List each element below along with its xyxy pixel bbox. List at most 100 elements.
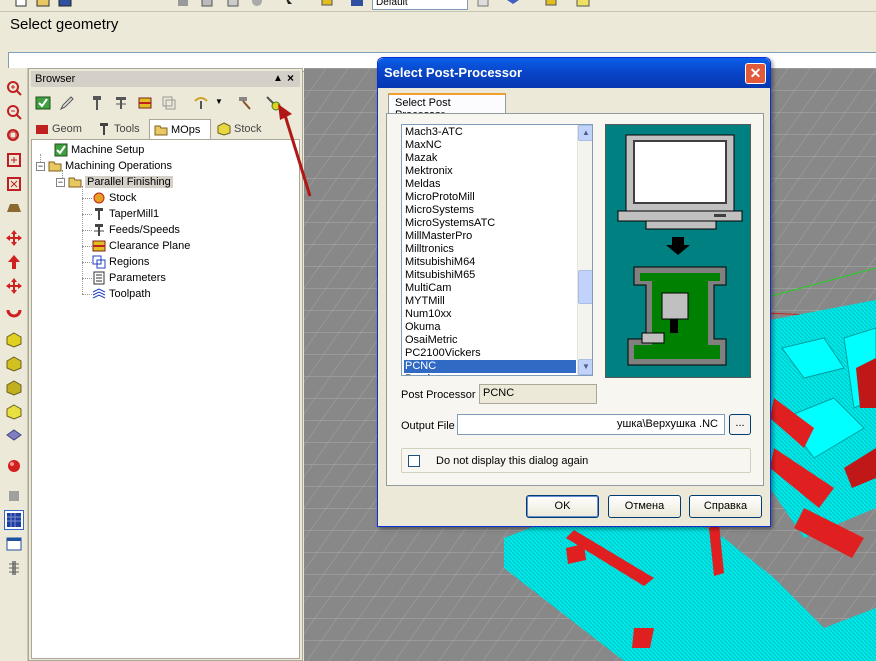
move-icon[interactable] <box>6 278 22 294</box>
select-arrow-icon[interactable] <box>282 0 296 10</box>
list-item[interactable]: PC2100Vickers <box>404 347 576 360</box>
list-item[interactable]: Okuma <box>404 321 576 334</box>
list-item[interactable]: Mach3-ATC <box>404 126 576 139</box>
tool-icon[interactable] <box>89 95 105 111</box>
tree-machining-operations[interactable]: − Machining Operations <box>36 158 172 174</box>
tab-tools[interactable]: Tools <box>93 119 147 139</box>
tree-toolpath[interactable]: Toolpath <box>92 286 151 302</box>
list-item[interactable]: Mektronix <box>404 165 576 178</box>
tab-stock[interactable]: Stock <box>213 119 273 139</box>
dropdown-arrow-icon[interactable]: ▼ <box>215 97 223 106</box>
copy-mop-icon[interactable] <box>161 95 177 111</box>
tree-label: Toolpath <box>109 288 151 300</box>
zoom-in-icon[interactable] <box>6 80 22 96</box>
zoom-window-icon[interactable] <box>6 128 22 144</box>
box-icon[interactable] <box>6 488 22 504</box>
copy-icon[interactable] <box>200 0 214 10</box>
tab-mops[interactable]: MOps <box>149 119 211 139</box>
list-item[interactable]: Procix <box>404 373 576 375</box>
render-sphere-icon[interactable] <box>6 458 22 474</box>
list-item[interactable]: MitsubishiM65 <box>404 269 576 282</box>
output-file-input[interactable]: ушка\Верхушка .NC <box>457 414 725 435</box>
list-item[interactable]: MicroProtoMill <box>404 191 576 204</box>
cancel-button[interactable]: Отмена <box>608 495 681 518</box>
view-shaded-icon[interactable] <box>544 0 558 10</box>
list-item[interactable]: MillMasterPro <box>404 230 576 243</box>
dialog-titlebar[interactable]: Select Post-Processor ✕ <box>378 58 770 88</box>
scroll-down-icon[interactable]: ▼ <box>578 359 592 375</box>
clearance-icon[interactable] <box>137 95 153 111</box>
tree-regions[interactable]: Regions <box>92 254 149 270</box>
list-item[interactable]: MultiCam <box>404 282 576 295</box>
tree-label: Parameters <box>109 272 166 284</box>
window-icon[interactable] <box>6 536 22 552</box>
create-mop-icon[interactable] <box>35 95 51 111</box>
hammer-icon[interactable] <box>237 95 253 111</box>
rotate-icon[interactable] <box>6 302 22 318</box>
save-icon[interactable] <box>58 0 72 10</box>
tree-parameters[interactable]: Parameters <box>92 270 166 286</box>
list-item[interactable]: MaxNC <box>404 139 576 152</box>
view-top-icon[interactable] <box>6 332 22 348</box>
tree-tapermill1[interactable]: TaperMill1 <box>92 206 159 222</box>
pin-icon[interactable]: ▲ <box>273 73 283 84</box>
grid-icon[interactable] <box>476 0 490 10</box>
list-item[interactable]: PCNC <box>404 360 576 373</box>
pan-icon[interactable] <box>6 230 22 246</box>
delete-icon[interactable] <box>250 0 264 10</box>
rotate-up-icon[interactable] <box>6 254 22 270</box>
generate-toolpath-icon[interactable] <box>193 95 209 111</box>
tree-feeds-speeds[interactable]: Feeds/Speeds <box>92 222 180 238</box>
tab-geom[interactable]: Geom <box>31 119 91 139</box>
tool-dropdown[interactable]: Default <box>372 0 468 10</box>
dont-show-again-label[interactable]: Do not display this dialog again <box>436 455 588 467</box>
scroll-thumb[interactable] <box>578 270 592 304</box>
browse-button[interactable]: ... <box>729 414 751 435</box>
dialog-close-button[interactable]: ✕ <box>745 63 766 84</box>
view-plane-icon[interactable] <box>6 200 22 216</box>
lathe-icon[interactable] <box>6 560 22 576</box>
paste-icon[interactable] <box>226 0 240 10</box>
cut-icon[interactable] <box>176 0 190 10</box>
view-iso-icon[interactable] <box>506 0 520 10</box>
collapse-icon[interactable]: − <box>56 177 65 187</box>
new-file-icon[interactable] <box>14 0 28 10</box>
list-item[interactable]: Milltronics <box>404 243 576 256</box>
list-item[interactable]: OsaiMetric <box>404 334 576 347</box>
view-right-icon[interactable] <box>6 380 22 396</box>
feeds-icon[interactable] <box>113 95 129 111</box>
list-item[interactable]: MitsubishiM64 <box>404 256 576 269</box>
shade-icon[interactable] <box>320 0 334 10</box>
list-item[interactable]: MicroSystems <box>404 204 576 217</box>
shaded-mode-button[interactable] <box>4 510 24 530</box>
view-iso-icon[interactable] <box>6 404 22 420</box>
tree-stock[interactable]: Stock <box>92 190 137 206</box>
dont-show-again-checkbox[interactable] <box>408 455 420 467</box>
scroll-up-icon[interactable]: ▲ <box>578 125 592 141</box>
edit-pencil-icon[interactable] <box>59 95 75 111</box>
help-button[interactable]: Справка <box>689 495 762 518</box>
post-processor-list[interactable]: Mach3-ATC MaxNC Mazak Mektronix Meldas MicroP… <box>401 124 593 376</box>
mops-tree: Machine Setup − Machining Operations − P… <box>31 139 300 659</box>
tab-select-post-processor[interactable]: Select Post Processor <box>388 93 506 121</box>
zoom-out-icon[interactable] <box>6 104 22 120</box>
view-front-icon[interactable] <box>6 356 22 372</box>
collapse-icon[interactable]: − <box>36 161 45 171</box>
tree-parallel-finishing[interactable]: − Parallel Finishing <box>56 174 173 190</box>
list-item[interactable]: Mazak <box>404 152 576 165</box>
browser-tabs: Geom Tools MOps Stock <box>31 119 300 139</box>
tree-clearance-plane[interactable]: Clearance Plane <box>92 238 190 254</box>
zoom-extents-icon[interactable] <box>6 152 22 168</box>
fit-view-icon[interactable] <box>6 176 22 192</box>
tree-machine-setup[interactable]: Machine Setup <box>54 142 144 158</box>
browser-close-icon[interactable]: × <box>287 71 294 85</box>
open-file-icon[interactable] <box>36 0 50 10</box>
list-item[interactable]: Meldas <box>404 178 576 191</box>
view-layers-icon[interactable] <box>6 428 22 444</box>
list-scrollbar[interactable]: ▲ ▼ <box>577 125 592 375</box>
list-item[interactable]: Num10xx <box>404 308 576 321</box>
ok-button[interactable]: OK <box>526 495 599 518</box>
list-item[interactable]: MicroSystemsATC <box>404 217 576 230</box>
render-icon[interactable] <box>576 0 590 10</box>
list-item[interactable]: MYTMill <box>404 295 576 308</box>
